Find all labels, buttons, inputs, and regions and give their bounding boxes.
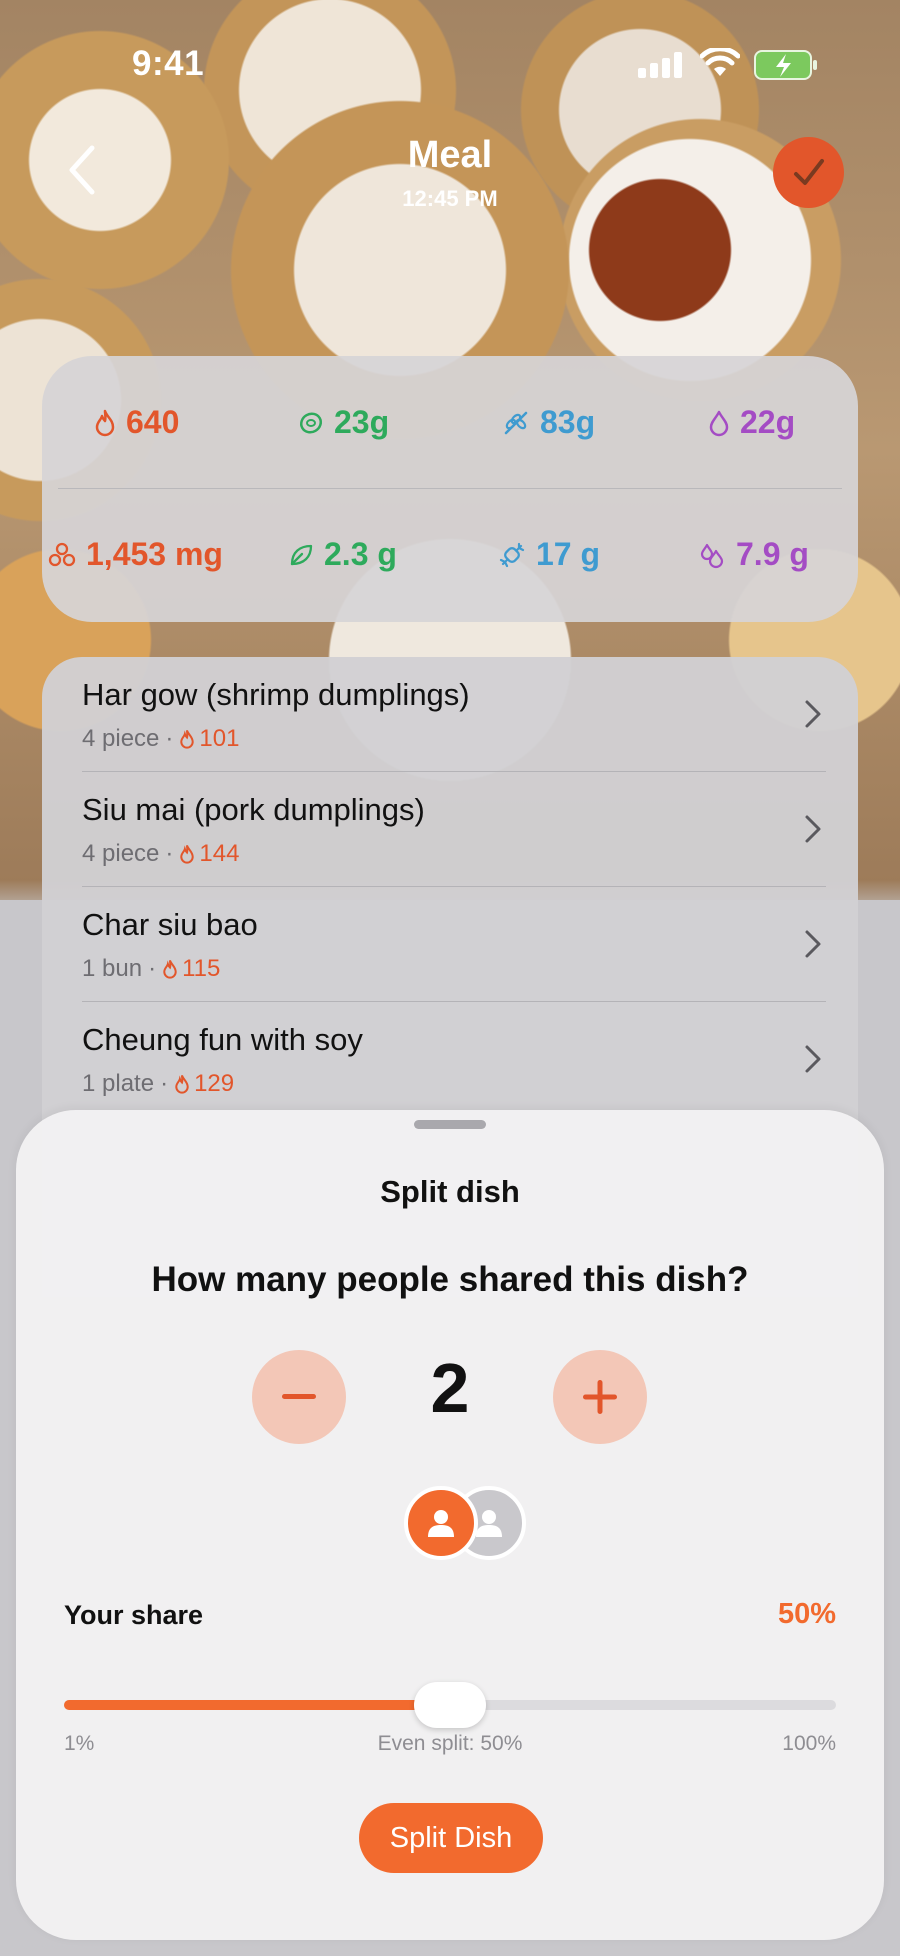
food-meta: 4 piece · 144 [82,840,239,868]
calories-value: 640 [126,404,180,440]
protein-stat: 23g [298,404,389,441]
food-portion: 4 piece [82,725,160,752]
calories-stat: 640 [94,404,179,441]
checkmark-icon [793,158,824,185]
food-name: Cheung fun with soy [82,1022,363,1057]
page-title: Meal [407,134,493,176]
nutrition-summary-card: 640 23g 83g 22g 1,453 mg 2.3 g 17 g 7.9 … [42,356,858,622]
macro-row: 640 23g 83g 22g [42,356,858,474]
sheet-title: Split dish [380,1174,520,1209]
status-bar: 9:41 [0,0,900,130]
fat-drop-icon [709,410,729,436]
sugar-icon [499,542,525,567]
plus-icon [583,1380,617,1414]
status-time: 9:41 [132,44,205,83]
wifi-icon [700,48,740,76]
scale-mid-label: Even split: 50% [377,1732,523,1755]
chevron-right-icon [805,1045,821,1073]
separator-dot: · [165,840,174,867]
fat-stat: 22g [708,404,795,441]
sheet-grabber[interactable] [414,1120,486,1129]
decrement-button[interactable] [252,1350,346,1444]
food-portion: 1 bun [82,955,143,982]
food-name: Char siu bao [82,907,258,942]
chevron-right-icon [805,930,821,958]
flame-icon [175,1075,189,1094]
people-count: 2 [430,1349,470,1427]
flame-icon [180,730,195,749]
separator-dot: · [160,1070,169,1097]
avatar-you [404,1486,478,1560]
sat-fat-stat: 7.9 g [698,536,809,573]
scale-max-label: 100% [782,1732,836,1755]
fiber-leaf-icon [290,544,313,565]
flame-icon [180,845,195,864]
fat-value: 22g [740,404,796,440]
food-calories: 101 [179,725,239,753]
food-item[interactable]: Cheung fun with soy 1 plate · 129 [42,1002,858,1117]
sat-fat-icon [700,543,724,568]
food-portion: 4 piece [82,840,160,867]
separator-dot: · [148,955,157,982]
food-item[interactable]: Siu mai (pork dumplings) 4 piece · 144 [42,772,858,887]
sugar-stat: 17 g [498,536,600,573]
micro-row: 1,453 mg 2.3 g 17 g 7.9 g [42,488,858,606]
food-name: Siu mai (pork dumplings) [82,792,425,827]
food-calories: 129 [174,1070,234,1098]
minus-icon [282,1394,316,1399]
slider-fill [64,1700,450,1710]
food-name: Har gow (shrimp dumplings) [82,677,470,712]
food-calories-value: 101 [199,725,240,752]
flame-icon [163,960,177,979]
separator-dot: · [165,725,174,752]
food-calories-value: 115 [182,955,221,982]
fiber-stat: 2.3 g [288,536,397,573]
sugar-value: 17 g [536,536,601,572]
confirm-button[interactable] [773,137,844,208]
battery-charging-icon [754,50,817,80]
your-share-label: Your share [64,1600,204,1630]
your-share-value: 50% [777,1598,836,1630]
food-calories-value: 144 [199,840,240,867]
protein-icon [299,411,323,434]
chevron-right-icon [805,700,821,728]
food-calories: 144 [179,840,239,868]
slider-thumb[interactable] [414,1682,486,1728]
person-icon [428,1510,454,1537]
carbs-icon [504,411,528,434]
food-meta: 4 piece · 101 [82,725,239,753]
increment-button[interactable] [553,1350,647,1444]
chevron-right-icon [805,815,821,843]
flame-icon [95,409,115,436]
split-dish-button[interactable]: Split Dish [359,1803,543,1873]
food-item[interactable]: Char siu bao 1 bun · 115 [42,887,858,1002]
share-slider[interactable] [64,1680,836,1730]
sodium-value: 1,453 mg [86,536,223,572]
meal-time: 12:45 PM [402,186,498,211]
back-button[interactable] [60,140,110,200]
cellular-signal-icon [638,52,686,78]
food-meta: 1 bun · 115 [82,955,220,983]
food-calories: 115 [162,955,220,983]
food-item[interactable]: Har gow (shrimp dumplings) 4 piece · 101 [42,657,858,772]
food-portion: 1 plate [82,1070,155,1097]
carbs-value: 83g [540,404,596,440]
carbs-stat: 83g [502,404,595,441]
sodium-stat: 1,453 mg [48,536,223,573]
split-dish-sheet: Split dish How many people shared this d… [16,1110,884,1940]
share-question: How many people shared this dish? [151,1260,749,1299]
fiber-value: 2.3 g [324,536,397,572]
protein-value: 23g [334,404,390,440]
sodium-icon [48,542,76,566]
people-avatars [388,1486,538,1562]
food-calories-value: 129 [194,1070,235,1097]
sat-fat-value: 7.9 g [736,536,809,572]
food-meta: 1 plate · 129 [82,1070,234,1098]
